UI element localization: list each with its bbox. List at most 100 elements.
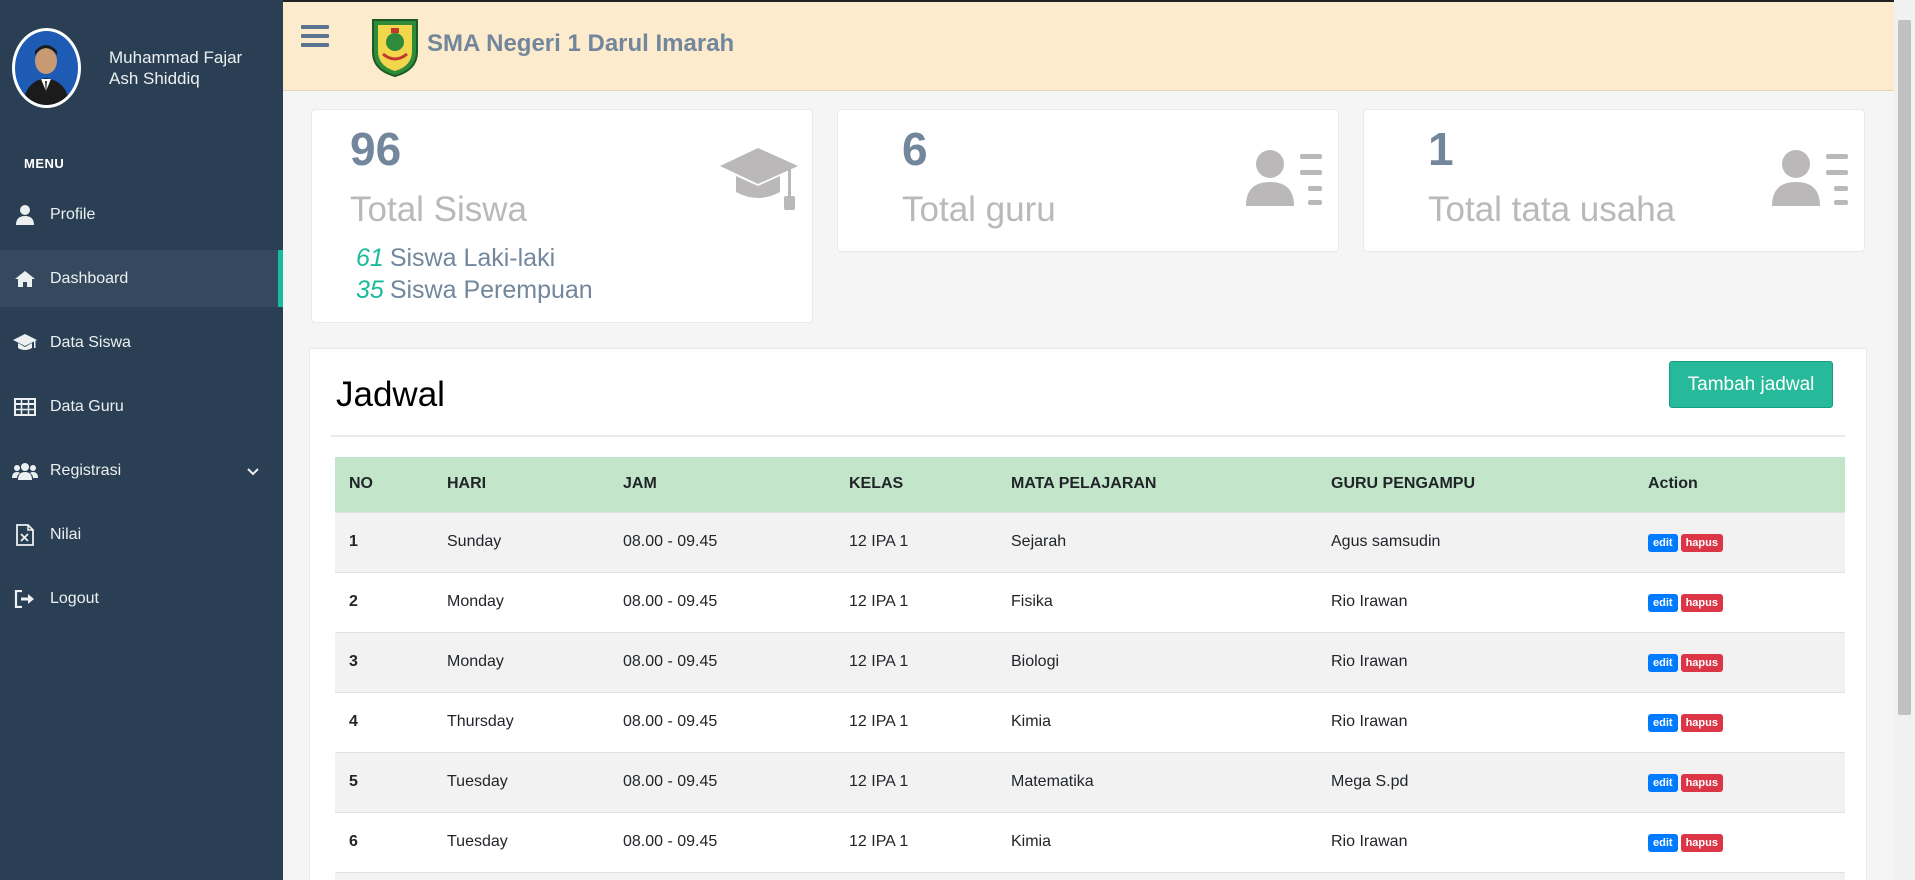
profile-box: Muhammad Fajar Ash Shiddiq [12,28,259,108]
scrollbar-thumb[interactable] [1898,20,1911,715]
school-logo [369,16,421,83]
delete-button[interactable]: hapus [1680,533,1723,552]
school-name: SMA Negeri 1 Darul Imarah [427,30,735,57]
sidebar-nav: Profile Dashboard Data Siswa Data Guru R… [0,186,283,634]
column-header[interactable]: GURU PENGAMPU [1317,457,1634,512]
cell-mapel: Biologi [1011,653,1060,670]
user-name: Muhammad Fajar Ash Shiddiq [109,48,243,88]
cell-action: edit hapus [1634,572,1845,632]
cell-guru: Mega S.pd [1331,773,1409,790]
column-header[interactable]: KELAS [835,457,997,512]
cell-kelas: 12 IPA 1 [849,713,909,730]
column-header[interactable]: NO [335,457,433,512]
sidebar-item-label: Logout [50,589,99,607]
cell-guru: Rio Irawan [1331,653,1408,670]
cell-hari: Sunday [447,533,502,550]
table-row: 5 Tuesday 08.00 - 09.45 12 IPA 1 Matemat… [335,752,1845,812]
sign-out-icon [12,588,38,610]
excel-file-icon [12,523,38,546]
sidebar-item-data-siswa[interactable]: Data Siswa [0,314,283,371]
delete-button[interactable]: hapus [1680,593,1723,612]
hamburger-menu-icon[interactable] [301,24,329,53]
cell-mapel: Matematika [1011,773,1094,790]
delete-button[interactable]: hapus [1680,833,1723,852]
edit-button[interactable]: edit [1648,593,1678,612]
table-row: 3 Monday 08.00 - 09.45 12 IPA 1 Biologi … [335,632,1845,692]
address-card-icon [1772,148,1850,213]
laki-label: Siswa Laki-laki [389,244,556,272]
stat-label: Total tata usaha [1428,190,1676,229]
stat-label: Total guru [902,190,1056,229]
sidebar-item-label: Profile [50,205,96,223]
perempuan-label: Siswa Perempuan [389,276,593,304]
stat-card-tata-usaha: 1 Total tata usaha [1363,109,1865,252]
address-card-icon [1246,148,1324,213]
home-icon [12,268,38,290]
cell-no: 3 [349,653,358,670]
column-header[interactable]: JAM [609,457,835,512]
laki-count: 61 [356,244,384,272]
column-header[interactable]: HARI [433,457,609,512]
siswa-laki-line: 61 Siswa Laki-laki [356,244,555,273]
cell-guru: Rio Irawan [1331,593,1408,610]
cell-kelas: 12 IPA 1 [849,833,909,850]
table-row: 4 Thursday 08.00 - 09.45 12 IPA 1 Kimia … [335,692,1845,752]
divider [331,435,1845,437]
delete-button[interactable]: hapus [1680,713,1723,732]
cell-mapel: Kimia [1011,833,1052,850]
cell-hari: Monday [447,653,504,670]
graduation-cap-icon [720,146,800,217]
cell-mapel: Fisika [1011,593,1053,610]
cell-hari: Monday [447,593,504,610]
cell-no: 1 [349,533,358,550]
delete-button[interactable]: hapus [1680,653,1723,672]
cell-action: edit hapus [1634,812,1845,872]
cell-no: 5 [349,773,358,790]
add-jadwal-button[interactable]: Tambah jadwal [1669,361,1833,408]
cell-action: edit hapus [1634,512,1845,572]
perempuan-count: 35 [356,276,384,304]
sidebar-item-logout[interactable]: Logout [0,570,283,627]
page-scrollbar[interactable] [1894,0,1915,880]
column-header: Action [1648,475,1698,493]
column-header[interactable]: MATA PELAJARAN [997,457,1317,512]
jadwal-table: NO HARI JAM KELAS MATA PELAJARAN GURU PE… [335,457,1845,880]
sidebar-item-label: Data Guru [50,397,124,415]
cell-no: 6 [349,833,358,850]
cell-action: edit hapus [1634,752,1845,812]
edit-button[interactable]: edit [1648,773,1678,792]
sidebar-item-profile[interactable]: Profile [0,186,283,243]
chevron-down-icon[interactable] [247,463,259,481]
cell-jam: 08.00 - 09.45 [623,533,718,550]
cell-action: edit hapus [1634,632,1845,692]
stat-count: 1 [1428,123,1454,175]
cell-jam: 08.00 - 09.45 [623,773,718,790]
table-row: 1 Sunday 08.00 - 09.45 12 IPA 1 Sejarah … [335,512,1845,572]
edit-button[interactable]: edit [1648,533,1678,552]
stat-count: 6 [902,123,928,175]
delete-button[interactable]: hapus [1680,773,1723,792]
edit-button[interactable]: edit [1648,833,1678,852]
table-header-row: NO HARI JAM KELAS MATA PELAJARAN GURU PE… [335,457,1845,512]
user-icon [12,204,38,226]
cell-hari: Tuesday [447,773,508,790]
sidebar-item-dashboard[interactable]: Dashboard [0,250,283,307]
cell-mapel: Kimia [1011,713,1052,730]
cell-guru: Agus samsudin [1331,533,1441,550]
cell-kelas: 12 IPA 1 [849,533,909,550]
stat-count: 96 [350,123,402,175]
edit-button[interactable]: edit [1648,653,1678,672]
cell-kelas: 12 IPA 1 [849,773,909,790]
cell-jam: 08.00 - 09.45 [623,713,718,730]
graduation-cap-icon [12,332,38,354]
sidebar-item-nilai[interactable]: Nilai [0,506,283,563]
cell-guru: Rio Irawan [1331,713,1408,730]
table-icon [12,396,38,418]
sidebar-item-registrasi[interactable]: Registrasi [0,442,283,499]
stat-card-siswa: 96 Total Siswa 61 Siswa Laki-laki 35 Siswa… [311,109,813,323]
top-header: SMA Negeri 1 Darul Imarah [283,0,1895,91]
sidebar-item-data-guru[interactable]: Data Guru [0,378,283,435]
cell-jam: 08.00 - 09.45 [623,833,718,850]
edit-button[interactable]: edit [1648,713,1678,732]
avatar[interactable] [12,28,81,108]
